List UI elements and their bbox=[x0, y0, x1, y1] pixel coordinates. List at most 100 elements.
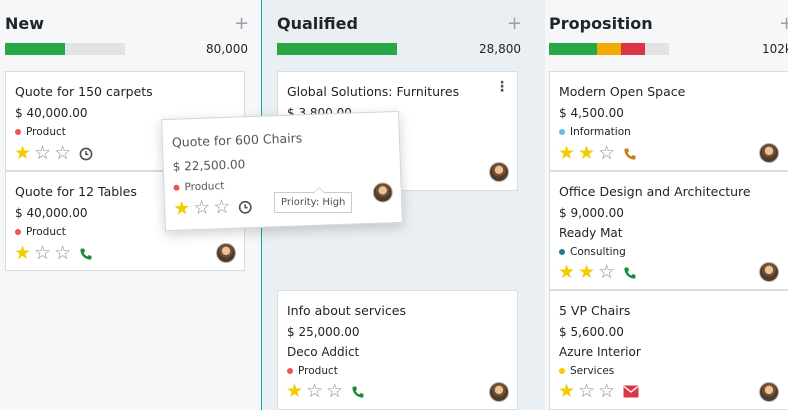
card-amount: $ 9,000.00 bbox=[559, 206, 624, 220]
star-empty-icon[interactable]: ☆ bbox=[578, 382, 595, 401]
column-total: 28,800 bbox=[479, 42, 521, 56]
priority-stars[interactable]: ★ ☆ ☆ bbox=[286, 382, 365, 401]
clock-icon[interactable] bbox=[238, 200, 252, 214]
card-tag: Product bbox=[287, 365, 338, 377]
kanban-card[interactable]: Office Design and Architecture $ 9,000.0… bbox=[549, 171, 788, 290]
card-menu-icon[interactable]: ⋮ bbox=[495, 80, 509, 94]
card-customer: Deco Addict bbox=[287, 345, 360, 359]
tag-color-dot bbox=[559, 249, 565, 255]
card-customer: Azure Interior bbox=[559, 345, 641, 359]
tag-label: Product bbox=[26, 226, 66, 238]
card-title: Global Solutions: Furnitures bbox=[287, 84, 460, 99]
progress-segment-green[interactable] bbox=[5, 43, 65, 55]
priority-stars[interactable]: ★ ☆ ☆ bbox=[558, 382, 639, 401]
tag-color-dot bbox=[173, 184, 180, 191]
priority-stars[interactable]: ★ ★ ☆ bbox=[558, 263, 637, 282]
tag-label: Product bbox=[184, 180, 225, 194]
add-card-button[interactable]: + bbox=[779, 13, 788, 34]
column-title: New bbox=[5, 14, 45, 33]
progress-segment-orange[interactable] bbox=[597, 43, 621, 55]
avatar[interactable] bbox=[489, 382, 509, 402]
star-empty-icon[interactable]: ☆ bbox=[213, 196, 231, 219]
column-total: 80,000 bbox=[206, 42, 248, 56]
tag-label: Information bbox=[570, 126, 631, 138]
card-tag: Consulting bbox=[559, 246, 626, 258]
star-filled-icon[interactable]: ★ bbox=[558, 263, 575, 282]
phone-icon[interactable] bbox=[623, 147, 637, 161]
card-title: Quote for 600 Chairs bbox=[171, 130, 303, 150]
star-empty-icon[interactable]: ☆ bbox=[34, 144, 51, 163]
card-tag: Information bbox=[559, 126, 631, 138]
tag-label: Consulting bbox=[570, 246, 626, 258]
column-progress-bar[interactable] bbox=[277, 43, 397, 55]
column-total: 102k bbox=[762, 42, 788, 56]
card-title: Modern Open Space bbox=[559, 84, 686, 99]
tag-color-dot bbox=[287, 368, 293, 374]
add-card-button[interactable]: + bbox=[234, 13, 249, 34]
card-tag: Product bbox=[15, 126, 66, 138]
tag-color-dot bbox=[559, 129, 565, 135]
card-amount: $ 25,000.00 bbox=[287, 325, 360, 339]
progress-segment-green[interactable] bbox=[277, 43, 397, 55]
star-filled-icon[interactable]: ★ bbox=[14, 244, 31, 263]
card-title: Office Design and Architecture bbox=[559, 184, 751, 199]
star-empty-icon[interactable]: ☆ bbox=[54, 244, 71, 263]
avatar[interactable] bbox=[759, 262, 779, 282]
card-title: Quote for 150 carpets bbox=[15, 84, 153, 99]
priority-stars[interactable]: ★ ☆ ☆ bbox=[14, 144, 93, 163]
star-empty-icon[interactable]: ☆ bbox=[598, 382, 615, 401]
card-customer: Ready Mat bbox=[559, 226, 623, 240]
priority-tooltip: Priority: High bbox=[274, 187, 353, 213]
dragged-kanban-card[interactable]: Quote for 600 Chairs $ 22,500.00 Product… bbox=[161, 110, 403, 232]
kanban-card[interactable]: 5 VP Chairs $ 5,600.00 Azure Interior Se… bbox=[549, 290, 788, 410]
tag-label: Product bbox=[298, 365, 338, 377]
priority-stars[interactable]: ★ ☆ ☆ bbox=[173, 196, 253, 220]
tag-label: Services bbox=[570, 365, 615, 377]
star-empty-icon[interactable]: ☆ bbox=[598, 144, 615, 163]
kanban-column-proposition: Proposition + 102k Modern Open Space $ 4… bbox=[545, 0, 788, 410]
card-amount: $ 5,600.00 bbox=[559, 325, 624, 339]
avatar[interactable] bbox=[216, 243, 236, 263]
phone-icon[interactable] bbox=[351, 385, 365, 399]
star-filled-icon[interactable]: ★ bbox=[578, 263, 595, 282]
priority-stars[interactable]: ★ ☆ ☆ bbox=[14, 244, 93, 263]
column-title: Proposition bbox=[549, 14, 653, 33]
avatar[interactable] bbox=[372, 182, 394, 203]
star-filled-icon[interactable]: ★ bbox=[578, 144, 595, 163]
priority-stars[interactable]: ★ ★ ☆ bbox=[558, 144, 637, 163]
phone-icon[interactable] bbox=[623, 266, 637, 280]
add-card-button[interactable]: + bbox=[507, 13, 522, 34]
avatar[interactable] bbox=[759, 143, 779, 163]
card-amount: $ 4,500.00 bbox=[559, 106, 624, 120]
tag-color-dot bbox=[15, 129, 21, 135]
star-filled-icon[interactable]: ★ bbox=[14, 144, 31, 163]
column-progress-bar[interactable] bbox=[549, 43, 669, 55]
star-empty-icon[interactable]: ☆ bbox=[326, 382, 343, 401]
kanban-card[interactable]: Info about services $ 25,000.00 Deco Add… bbox=[277, 290, 518, 410]
card-amount: $ 40,000.00 bbox=[15, 206, 88, 220]
star-filled-icon[interactable]: ★ bbox=[558, 144, 575, 163]
star-filled-icon[interactable]: ★ bbox=[173, 197, 191, 220]
avatar[interactable] bbox=[759, 382, 779, 402]
tag-color-dot bbox=[15, 229, 21, 235]
star-empty-icon[interactable]: ☆ bbox=[34, 244, 51, 263]
avatar[interactable] bbox=[489, 162, 509, 182]
star-empty-icon[interactable]: ☆ bbox=[598, 263, 615, 282]
card-amount: $ 40,000.00 bbox=[15, 106, 88, 120]
star-filled-icon[interactable]: ★ bbox=[286, 382, 303, 401]
column-progress-bar[interactable] bbox=[5, 43, 125, 55]
card-title: Info about services bbox=[287, 303, 406, 318]
phone-icon[interactable] bbox=[79, 247, 93, 261]
star-empty-icon[interactable]: ☆ bbox=[54, 144, 71, 163]
card-amount: $ 22,500.00 bbox=[172, 157, 246, 174]
clock-icon[interactable] bbox=[79, 147, 93, 161]
card-title: Quote for 12 Tables bbox=[15, 184, 137, 199]
star-empty-icon[interactable]: ☆ bbox=[306, 382, 323, 401]
progress-segment-green[interactable] bbox=[549, 43, 597, 55]
mail-icon[interactable] bbox=[623, 385, 639, 398]
star-filled-icon[interactable]: ★ bbox=[558, 382, 575, 401]
star-empty-icon[interactable]: ☆ bbox=[193, 197, 211, 220]
card-tag: Services bbox=[559, 365, 614, 377]
kanban-card[interactable]: Modern Open Space $ 4,500.00 Information… bbox=[549, 71, 788, 171]
progress-segment-red[interactable] bbox=[621, 43, 645, 55]
